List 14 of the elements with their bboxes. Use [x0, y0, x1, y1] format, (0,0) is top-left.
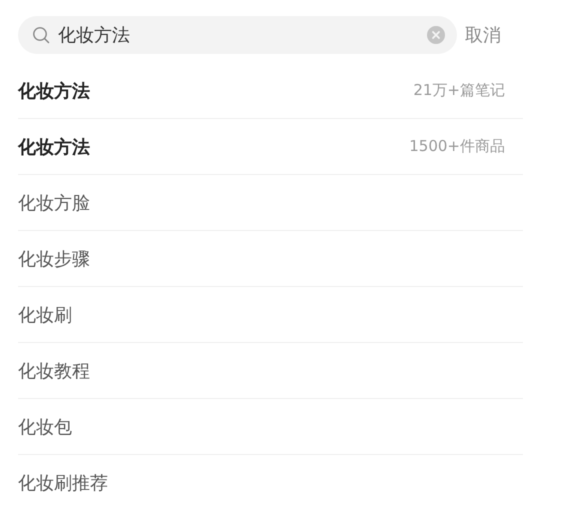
result-count: 1500+件商品	[409, 137, 505, 156]
suggestion-item[interactable]: 化妆步骤	[18, 246, 90, 270]
suggestion-item[interactable]: 化妆方法	[18, 134, 90, 158]
cancel-button[interactable]: 取消	[465, 23, 501, 47]
clear-icon[interactable]	[427, 26, 445, 44]
suggestion-item[interactable]: 化妆方法	[18, 78, 90, 102]
search-field[interactable]: 化妆方法	[18, 16, 457, 54]
suggestion-item[interactable]: 化妆包	[18, 414, 72, 438]
suggestion-item[interactable]: 化妆刷推荐	[18, 471, 108, 495]
suggestion-item[interactable]: 化妆方脸	[18, 190, 90, 214]
result-count: 21万+篇笔记	[413, 81, 505, 100]
search-icon	[32, 26, 50, 44]
suggestion-item[interactable]: 化妆教程	[18, 358, 90, 382]
suggestion-item[interactable]: 化妆刷	[18, 302, 72, 326]
